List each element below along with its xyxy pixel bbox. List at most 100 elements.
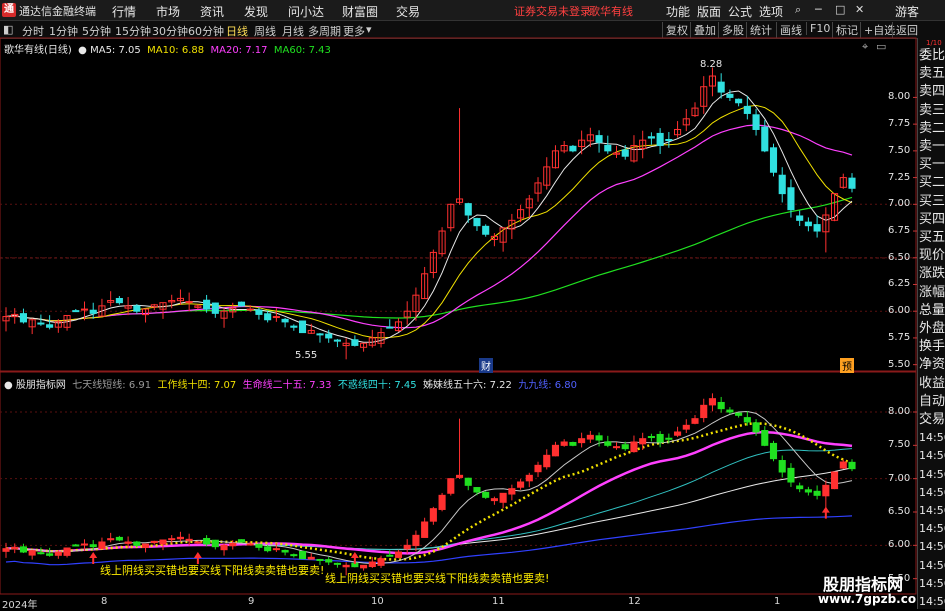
sub-candle-body	[281, 549, 289, 553]
pin-icon[interactable]: ⌖	[862, 40, 868, 54]
sub-candle-body	[578, 438, 586, 444]
sub-chart-header: ● 股朋指标网 七天线短线: 6.91 工作线十四: 7.07 生命线二十五: …	[4, 376, 577, 391]
sub-candle-body	[386, 554, 394, 557]
side-item: 收益	[919, 375, 945, 391]
candle-body	[804, 221, 812, 227]
ma60-label: MA60: 7.43	[273, 45, 331, 56]
jiujiu-line	[5, 515, 853, 566]
forecast-badge[interactable]: 预	[840, 358, 854, 373]
sub-candle-body	[665, 437, 673, 440]
sub-candle-body	[517, 481, 525, 488]
sub-settings-dot-icon[interactable]: ●	[4, 380, 13, 391]
side-item: 自动	[919, 393, 945, 409]
side-item: 买三	[919, 193, 945, 209]
candle-body	[569, 145, 577, 152]
sub-candle-body	[429, 508, 437, 522]
sub-candle-body	[307, 556, 315, 560]
sub-candle-body	[368, 561, 376, 568]
candle-body	[133, 305, 141, 312]
sub-candle-body	[421, 521, 429, 538]
candle-body	[19, 313, 27, 323]
high-price-label: 8.28	[700, 59, 723, 70]
sub-candle-body	[37, 552, 45, 555]
side-item: 14:56	[919, 449, 945, 463]
strategy-note-2: 线上阴线买买错也要买线下阳线卖卖错也要卖!	[325, 572, 550, 585]
sub-candle-body	[72, 544, 80, 547]
candle-body	[621, 149, 629, 157]
sub-candle-body	[185, 538, 193, 541]
side-top-ratio: 1/10	[926, 39, 942, 47]
sub-candle-body	[525, 474, 533, 482]
sub-candle-body	[264, 546, 272, 552]
side-item: 14:56	[919, 558, 945, 572]
window-icon[interactable]: ▭	[876, 40, 886, 53]
sub-candle-body	[778, 460, 786, 473]
sub-candle-body	[691, 418, 699, 424]
sub-candle-body	[735, 412, 743, 416]
sub-candle-body	[438, 494, 446, 510]
candle-body	[848, 177, 856, 189]
side-item: 卖一	[919, 139, 945, 154]
candle-body	[735, 98, 743, 104]
sub-candle-body	[2, 548, 10, 552]
sub-candle-body	[639, 438, 647, 445]
kline-chart[interactable]	[0, 0, 917, 609]
sub-candle-body	[272, 548, 280, 551]
xaxis-month-12: 12	[628, 596, 641, 607]
sub-candle-body	[333, 562, 341, 565]
sub-candle-body	[560, 441, 568, 446]
sub-candle-body	[89, 544, 97, 548]
sub-candle-body	[464, 477, 472, 486]
side-item: 14:56	[919, 467, 945, 481]
sub-candle-body	[54, 551, 62, 556]
candle-body	[72, 310, 80, 313]
sub-candle-body	[726, 409, 734, 413]
sub-candle-body	[813, 490, 821, 496]
sub-candle-body	[141, 543, 150, 548]
xaxis-month-11: 11	[492, 596, 505, 607]
candle-body	[211, 302, 219, 314]
candle-body	[333, 339, 341, 342]
ma10-line	[5, 104, 853, 339]
candle-body	[89, 309, 97, 314]
settings-dot-icon[interactable]: ●	[75, 45, 87, 56]
sub-candle-body	[229, 542, 237, 547]
ma5-label: MA5: 7.05	[90, 45, 141, 56]
sub-candle-body	[717, 401, 725, 410]
sub-candle-body	[28, 550, 36, 556]
y-tick-label: 6.50	[888, 251, 911, 263]
candle-body	[717, 81, 725, 93]
side-item: 卖三	[919, 102, 945, 118]
sub-candle-body	[107, 538, 115, 541]
sub-candle-body	[403, 544, 411, 550]
side-item: 买四	[919, 211, 945, 227]
sub-candle-body	[360, 564, 368, 569]
sub-candle-body	[482, 491, 490, 498]
sub-candle-body	[46, 553, 54, 556]
sub-candle-body	[394, 551, 403, 558]
sub-candle-body	[534, 464, 542, 473]
candle-body	[647, 136, 655, 139]
side-item: 委比	[919, 48, 945, 63]
sub-candle-body	[543, 454, 551, 468]
candle-body	[115, 297, 123, 304]
sub-candle-body	[316, 558, 324, 561]
sub-candle-body	[194, 541, 202, 544]
xaxis-month-9: 9	[248, 596, 255, 607]
sub-candle-body	[630, 441, 638, 453]
financial-badge[interactable]: 财	[479, 358, 493, 373]
candle-body	[787, 187, 795, 211]
sub-candle-body	[708, 398, 717, 406]
sub-candle-body	[455, 474, 464, 478]
ma60-line	[5, 196, 853, 322]
main-panel-frame	[0, 37, 917, 372]
ma20-line	[5, 124, 853, 329]
candle-body	[185, 301, 193, 304]
y-tick-label: 7.75	[888, 118, 911, 130]
candle-body	[80, 308, 89, 311]
side-item: 总量	[919, 302, 945, 318]
strategy-note-1: 线上阴线买买错也要买线下阳线卖卖错也要卖!	[100, 564, 325, 577]
y-tick-label: 8.00	[888, 91, 911, 103]
sub-candle-body	[377, 558, 385, 566]
sub-candle-body	[612, 446, 621, 449]
